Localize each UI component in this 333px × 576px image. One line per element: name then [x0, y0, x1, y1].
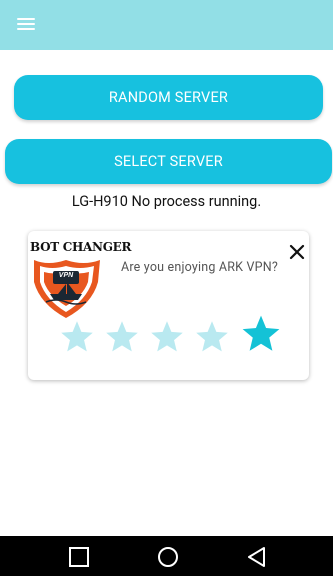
app-toolbar — [0, 0, 333, 50]
star-4-icon[interactable] — [194, 319, 230, 355]
hamburger-menu-icon[interactable] — [17, 17, 35, 31]
home-circle-icon[interactable] — [156, 545, 180, 569]
recents-square-icon[interactable] — [68, 546, 90, 568]
logo-text: BOT CHANGER — [30, 240, 132, 254]
star-3-icon[interactable] — [149, 319, 185, 355]
close-icon[interactable] — [288, 243, 306, 261]
rating-card: BOT CHANGER VPN Are you enjoying ARK VPN… — [28, 231, 309, 380]
star-rating[interactable] — [28, 311, 309, 361]
star-5-icon[interactable] — [240, 313, 282, 355]
android-nav-bar — [0, 536, 333, 576]
back-triangle-icon[interactable] — [245, 545, 269, 569]
bot-changer-logo: BOT CHANGER VPN — [28, 238, 131, 318]
app-screen: RANDOM SERVER SELECT SERVER LG-H910 No p… — [0, 0, 333, 576]
status-text: LG-H910 No process running. — [71, 193, 262, 210]
logo-badge-text: VPN — [58, 272, 74, 279]
random-server-label: RANDOM SERVER — [108, 89, 229, 106]
random-server-button[interactable]: RANDOM SERVER — [14, 75, 323, 120]
star-1-icon[interactable] — [59, 319, 95, 355]
star-2-icon[interactable] — [104, 319, 140, 355]
select-server-button[interactable]: SELECT SERVER — [5, 139, 332, 184]
rating-question: Are you enjoying ARK VPN? — [121, 260, 278, 275]
select-server-label: SELECT SERVER — [114, 153, 223, 170]
